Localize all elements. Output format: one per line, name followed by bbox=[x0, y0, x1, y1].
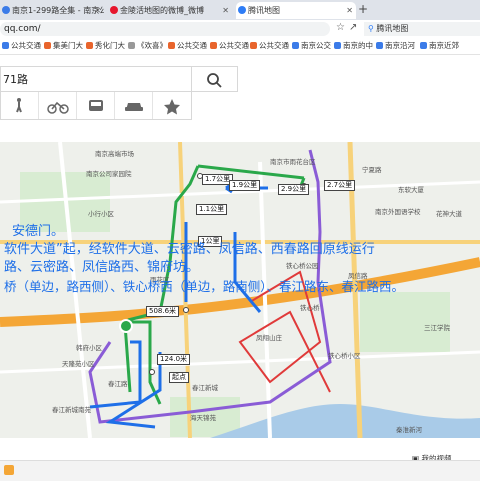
bookmarks-bar: 公共交通 集美门大 秀化门大 《欢喜》 公共交通 公共交通 公共交通 南京公交 … bbox=[0, 38, 480, 55]
stop-dot bbox=[183, 307, 189, 313]
car-icon bbox=[125, 103, 143, 111]
place-label: 南京公司家园院 bbox=[86, 170, 132, 178]
place-label: 秦淮新河 bbox=[396, 426, 422, 434]
url-field[interactable]: qq.com/ bbox=[0, 22, 330, 36]
bus-icon bbox=[89, 100, 103, 111]
distance-label: 124.0米 bbox=[157, 354, 191, 365]
tab-weibo[interactable]: 金陵活地图的微博_微博 ✕ bbox=[108, 2, 232, 19]
bookmark-icon bbox=[44, 42, 51, 49]
tab-favorites[interactable] bbox=[153, 92, 191, 119]
tencent-map-icon bbox=[238, 6, 246, 14]
tab-bike[interactable] bbox=[39, 92, 77, 119]
bookmark-item[interactable]: 《欢喜》 bbox=[128, 40, 167, 52]
stop-dot bbox=[149, 369, 155, 375]
place-label: 南京外国语学校 bbox=[375, 208, 421, 216]
place-label: 花神大道 bbox=[436, 210, 462, 218]
travel-mode-tabs bbox=[0, 92, 192, 120]
bookmark-item[interactable]: 南京公交 bbox=[292, 40, 331, 52]
new-tab-button[interactable]: + bbox=[358, 2, 372, 19]
distance-label: 2.9公里 bbox=[278, 184, 310, 195]
place-label: 铁心桥公园 bbox=[286, 262, 319, 270]
place-label: 春江路 bbox=[108, 380, 128, 388]
bookmark-item[interactable]: 公共交通 bbox=[250, 40, 289, 52]
tab-strip: 南京1-299路全集 - 南京公交论... ✕ 金陵活地图的微博_微博 ✕ 腾讯… bbox=[0, 0, 480, 20]
address-bar-row: qq.com/ ☆↗ ⚲ 腾讯地图 bbox=[0, 20, 480, 38]
tab-car[interactable] bbox=[115, 92, 153, 119]
tab-title: 南京1-299路全集 - 南京公交论... bbox=[12, 6, 104, 15]
place-label: 韩府小区 bbox=[76, 344, 102, 352]
place-label: 海天锦苑 bbox=[190, 414, 216, 422]
place-label: 天隆苑小区 bbox=[62, 360, 95, 368]
bike-icon bbox=[47, 101, 69, 114]
bookmark-icon bbox=[86, 42, 93, 49]
bookmark-icon bbox=[128, 42, 135, 49]
address-actions: ☆↗ bbox=[336, 22, 361, 33]
tab-bus[interactable] bbox=[77, 92, 115, 119]
bookmark-icon bbox=[168, 42, 175, 49]
bookmark-item[interactable]: 公共交通 bbox=[2, 40, 41, 52]
tab-title: 金陵活地图的微博_微博 bbox=[120, 6, 204, 15]
close-icon[interactable]: ✕ bbox=[346, 2, 353, 19]
bookmark-icon bbox=[292, 42, 299, 49]
bookmark-icon bbox=[420, 42, 427, 49]
place-label: 春江新城 bbox=[192, 384, 218, 392]
place-label: 凤翔山庄 bbox=[256, 334, 282, 342]
star-icon bbox=[164, 99, 180, 115]
search-text: 腾讯地图 bbox=[376, 24, 409, 33]
distance-label: 2.7公里 bbox=[324, 180, 356, 191]
walk-icon bbox=[16, 98, 22, 113]
taskbar bbox=[0, 460, 480, 481]
place-label: 铁心桥 bbox=[300, 304, 320, 312]
distance-label: 1.9公里 bbox=[229, 180, 261, 191]
river bbox=[210, 404, 480, 438]
close-icon[interactable]: ✕ bbox=[222, 2, 229, 19]
bookmark-icon bbox=[334, 42, 341, 49]
route-description-line: 安德门。 bbox=[12, 224, 65, 239]
weibo-icon bbox=[110, 6, 118, 14]
browser-search-box[interactable]: ⚲ 腾讯地图 bbox=[364, 22, 480, 36]
distance-label: 起点 bbox=[169, 372, 189, 383]
bookmark-item[interactable]: 南京的中 bbox=[334, 40, 373, 52]
tab-title: 腾讯地图 bbox=[248, 6, 280, 15]
bookmark-item[interactable]: 秀化门大 bbox=[86, 40, 125, 52]
arrow-icon[interactable]: ↗ bbox=[349, 22, 361, 33]
place-label: 小行小区 bbox=[88, 210, 114, 218]
route-description-line: 桥（单边，路西侧）、铁心桥西（单边，路南侧）、春江路东、春江路西。 bbox=[4, 279, 405, 294]
route-description-line: 路、云密路、凤信路西、锦府坊。 bbox=[4, 260, 200, 275]
close-icon[interactable]: ✕ bbox=[94, 2, 101, 19]
place-label: 南京市雨花台区 bbox=[270, 158, 316, 166]
place-label: 宁夏路 bbox=[362, 166, 382, 174]
place-label: 东软大厦 bbox=[398, 186, 424, 194]
bookmark-item[interactable]: 南京近郊 bbox=[420, 40, 459, 52]
search-button[interactable] bbox=[192, 66, 238, 92]
bookmark-item[interactable]: 公共交通 bbox=[210, 40, 249, 52]
star-icon[interactable]: ☆ bbox=[336, 22, 349, 33]
bookmark-icon bbox=[376, 42, 383, 49]
taskbar-app-icon[interactable] bbox=[4, 465, 14, 475]
distance-label: 508.6米 bbox=[146, 306, 180, 317]
place-label: 南京高端市场 bbox=[95, 150, 134, 158]
site-icon bbox=[2, 6, 10, 14]
distance-label: 1.1公里 bbox=[196, 204, 228, 215]
start-marker bbox=[119, 319, 133, 333]
place-label: 三江学院 bbox=[424, 324, 450, 332]
tab-walk[interactable] bbox=[1, 92, 39, 119]
tab-nanjing-bus[interactable]: 南京1-299路全集 - 南京公交论... ✕ bbox=[0, 2, 104, 19]
bookmark-icon bbox=[250, 42, 257, 49]
place-label: 铁心桥小区 bbox=[328, 352, 361, 360]
search-engine-icon: ⚲ bbox=[368, 24, 374, 33]
bookmark-icon bbox=[210, 42, 217, 49]
tab-tencent-map[interactable]: 腾讯地图 ✕ bbox=[236, 2, 356, 19]
bookmark-item[interactable]: 南京沿河 bbox=[376, 40, 415, 52]
search-icon bbox=[207, 73, 222, 88]
bookmark-item[interactable]: 公共交通 bbox=[168, 40, 207, 52]
place-label: 春江新城南苑 bbox=[52, 406, 91, 414]
bookmark-icon bbox=[2, 42, 9, 49]
map-canvas[interactable]: 1.7公里 1.9公里 2.9公里 2.7公里 1.1公里 1公里 508.6米… bbox=[0, 142, 480, 438]
bookmark-item[interactable]: 集美门大 bbox=[44, 40, 83, 52]
route-description-line: 软件大道”起，经软件大道、云密路、凤信路、西春路回原线运行 bbox=[4, 242, 375, 257]
route-search-input[interactable]: 71路 bbox=[0, 66, 192, 92]
